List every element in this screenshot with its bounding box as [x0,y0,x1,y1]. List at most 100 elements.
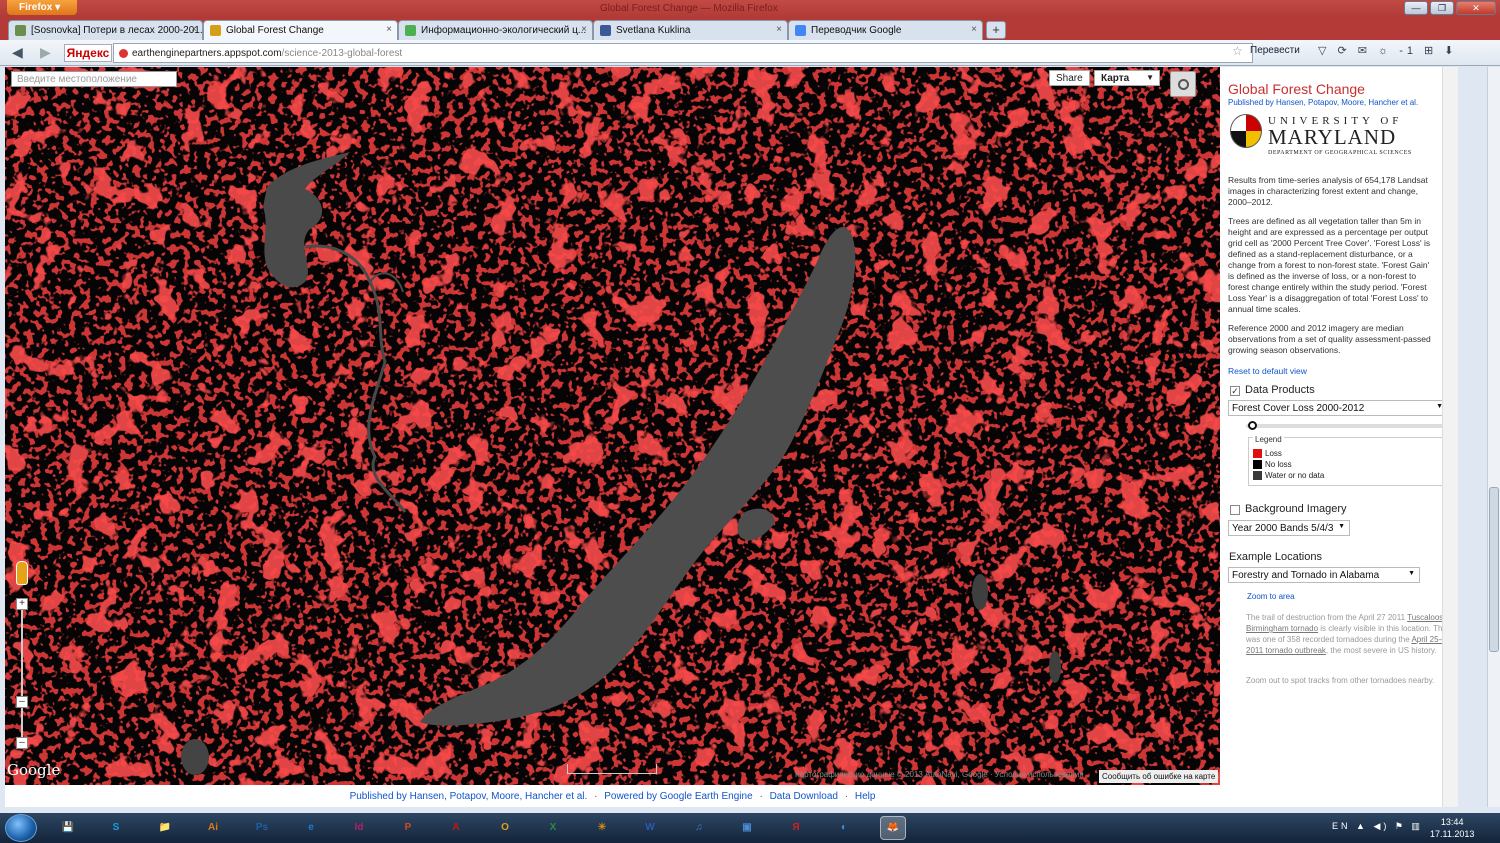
url-path: /science-2013-global-forest [281,48,403,59]
reference-paragraph: Reference 2000 and 2012 imagery are medi… [1228,323,1431,355]
monitor-icon[interactable]: ▣ [734,816,760,840]
tab-info-ecology[interactable]: Информационно-экологический ц... × [398,20,593,40]
scrollbar-thumb[interactable] [1489,487,1499,652]
forest-loss-map[interactable]: Введите местоположение Share Карта ▼ + –… [5,67,1220,785]
year-slider-handle[interactable] [1248,421,1257,430]
photoshop-icon[interactable]: Ps [249,816,275,840]
data-product-select[interactable]: Forest Cover Loss 2000-2012 ▼ [1228,400,1448,416]
tab-close-icon[interactable]: × [971,24,977,35]
firefox-menu-button[interactable]: Firefox ▾ [7,0,77,15]
ie-icon[interactable]: e [298,816,324,840]
acrobat-icon[interactable]: A [443,816,469,840]
app-icon[interactable]: ☀ [589,816,615,840]
footer-help-link[interactable]: Help [855,791,876,802]
maximize-button[interactable]: ❐ [1430,1,1454,15]
translate-button[interactable]: Перевести [1250,45,1300,56]
new-tab-button[interactable]: + [986,21,1006,39]
zoom-out-button[interactable]: – [16,737,28,749]
clock[interactable]: 13:44 17.11.2013 [1430,816,1474,840]
tab-favicon-icon [600,25,611,36]
year-slider-track[interactable] [1246,424,1458,428]
zoom-slider-handle[interactable]: – [16,696,28,708]
footer-separator: · [594,791,598,802]
system-tray[interactable]: EN ▲ ◀) ⚑ ▥ [1332,821,1423,832]
tab-google-translate[interactable]: Переводчик Google × [788,20,983,40]
back-arrow-icon[interactable]: ◀ [12,44,23,61]
umd-logo[interactable]: UNIVERSITY OF MARYLAND DEPARTMENT OF GEO… [1268,115,1412,156]
tab-global-forest-change[interactable]: Global Forest Change × [203,20,398,40]
footer-download-link[interactable]: Data Download [770,791,838,802]
street-view-pegman-icon[interactable] [16,561,28,585]
legend-item-no-loss: No loss [1253,460,1292,469]
itunes-icon[interactable]: ♫ [686,816,712,840]
zoom-to-area-link[interactable]: Zoom to area [1247,592,1295,601]
background-imagery-select[interactable]: Year 2000 Bands 5/4/3 ▼ [1228,520,1350,536]
example-location-select[interactable]: Forestry and Tornado in Alabama ▼ [1228,567,1420,583]
browser-window: Firefox ▾ Global Forest Change — Mozilla… [0,0,1500,813]
url-bar[interactable]: earthenginepartners.appspot.com/science-… [113,43,1253,63]
windows-taskbar: 💾 S 📁 Ai Ps e Id P A O X ☀ W ♫ ▣ Я ◐ 🦊 EN ▲ ◀) ⚑ ▥ 13:44 1… [0,813,1500,843]
toolbar-icons[interactable]: ▽ ⟳ ✉ ☼ -1 ⊞ ⬇ [1318,44,1458,57]
share-button[interactable]: Share [1049,70,1090,86]
panel-published-by-link[interactable]: Published by Hansen, Potapov, Moore, Han… [1228,98,1418,107]
umd-line-3: DEPARTMENT OF GEOGRAPHICAL SCIENCES [1268,150,1412,156]
page-scrollbar[interactable] [1487,67,1500,807]
footer-separator: · [844,791,849,802]
data-products-label: Data Products [1245,384,1315,396]
data-products-checkbox[interactable]: ✓ [1230,386,1240,396]
title-bar: Firefox ▾ Global Forest Change — Mozilla… [0,0,1500,18]
legend-title: Legend [1253,435,1284,444]
folder-icon[interactable]: 📁 [152,816,178,840]
location-search-input[interactable]: Введите местоположение [11,71,177,87]
tab-svetlana-kuklina[interactable]: Svetlana Kuklina × [593,20,788,40]
my-location-button[interactable] [1170,71,1196,97]
reset-view-link[interactable]: Reset to default view [1228,366,1307,376]
skype-icon[interactable]: S [103,816,129,840]
tab-close-icon[interactable]: × [776,24,782,35]
tab-bar: [Sosnovka] Потери в лесах 2000-201... × … [0,18,1500,40]
panel-scrollbar[interactable] [1442,67,1458,807]
map-attribution[interactable]: Картографические данные © 2013 AutoNavi,… [795,770,1084,779]
tab-favicon-icon [795,25,806,36]
sound-icon[interactable]: ◐ [831,816,857,840]
navigation-bar: ◀ ▶ Яндекс earthenginepartners.appspot.c… [0,40,1500,66]
report-map-error-link[interactable]: Сообщить об ошибке на карте [1099,770,1219,783]
legend-item-loss: Loss [1253,449,1282,458]
tab-favicon-icon [405,25,416,36]
zoom-slider-track[interactable] [21,602,23,742]
bookmark-star-icon[interactable]: ☆ [1232,44,1243,58]
url-host: earthenginepartners.appspot.com [132,48,282,59]
word-icon[interactable]: W [637,816,663,840]
page-footer: Published by Hansen, Potapov, Moore, Han… [5,785,1220,807]
window-title: Global Forest Change — Mozilla Firefox [600,3,778,14]
indesign-icon[interactable]: Id [346,816,372,840]
yandex-search-logo[interactable]: Яндекс [64,44,112,62]
illustrator-icon[interactable]: Ai [200,816,226,840]
clock-time: 13:44 [1440,817,1464,827]
tab-close-icon[interactable]: × [581,24,587,35]
yandex-icon[interactable]: Я [783,816,809,840]
background-imagery-checkbox[interactable] [1230,505,1240,515]
footer-published-link[interactable]: Published by Hansen, Potapov, Moore, Han… [350,791,588,802]
firefox-icon[interactable]: 🦊 [880,816,906,840]
definitions-paragraph: Trees are defined as all vegetation tall… [1228,216,1431,314]
google-logo: Google [7,761,61,779]
tab-close-icon[interactable]: × [191,24,197,35]
footer-powered-link[interactable]: Powered by Google Earth Engine [604,791,752,802]
map-type-value: Карта [1101,73,1130,84]
powerpoint-icon[interactable]: P [395,816,421,840]
close-window-button[interactable]: ✕ [1456,1,1496,15]
tab-sosnovka[interactable]: [Sosnovka] Потери в лесах 2000-201... × [8,20,203,40]
forward-arrow-icon[interactable]: ▶ [40,44,51,61]
save-app-icon[interactable]: 💾 [55,816,81,840]
map-type-select[interactable]: Карта ▼ [1094,70,1160,86]
outlook-icon[interactable]: O [492,816,518,840]
excel-icon[interactable]: X [540,816,566,840]
minimize-button[interactable]: — [1404,1,1428,15]
zoom-in-button[interactable]: + [16,598,28,610]
tab-label: [Sosnovka] Потери в лесах 2000-201... [31,25,203,36]
start-button-icon[interactable] [5,814,37,842]
tab-close-icon[interactable]: × [386,24,392,35]
tab-label: Svetlana Kuklina [616,25,691,36]
target-icon [1178,79,1189,90]
